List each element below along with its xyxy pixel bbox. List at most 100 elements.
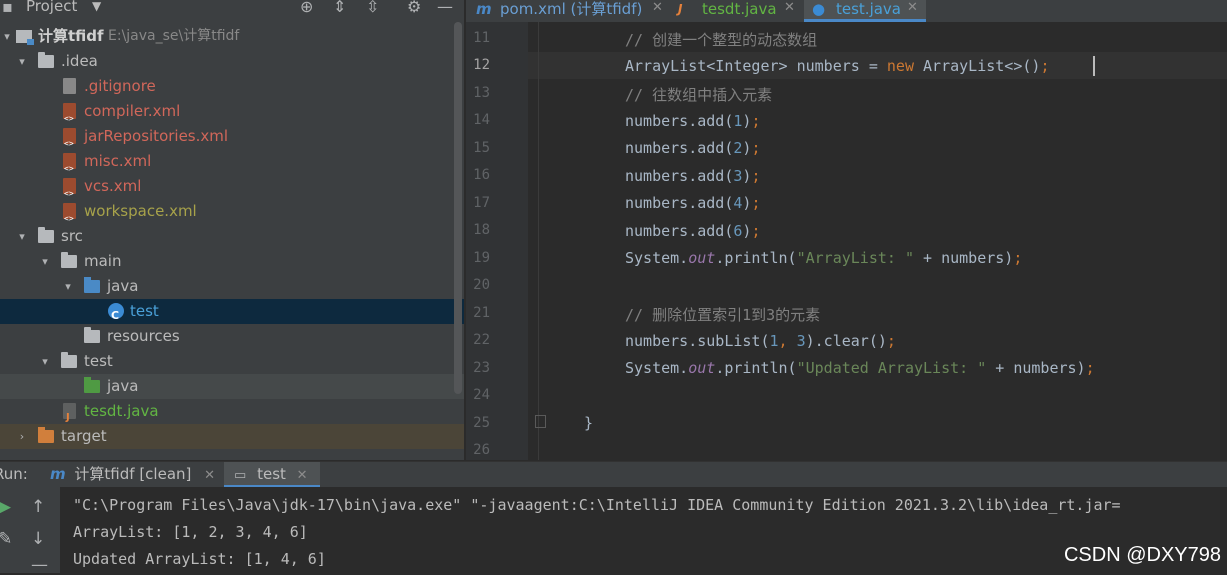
chevron-down-icon[interactable]: ▾: [16, 49, 28, 74]
tree-item-compiler-xml[interactable]: compiler.xml: [0, 99, 464, 131]
tree-item-test-java[interactable]: java: [0, 374, 464, 399]
tree-item-label: workspace.xml: [84, 202, 197, 220]
locate-icon[interactable]: ⊕: [300, 0, 313, 16]
tree-item-src[interactable]: ▾ src: [0, 224, 464, 249]
project-view-icon[interactable]: ▪: [2, 0, 13, 16]
code-line-17: numbers.add(4);: [625, 194, 761, 212]
editor-tabs: m pom.xml (计算tfidf) ✕ J tesdt.java ✕ ● t…: [466, 0, 1227, 23]
tree-item-jarrepositories-xml[interactable]: jarRepositories.xml: [0, 124, 464, 156]
tab-label: pom.xml (计算tfidf): [500, 0, 643, 18]
tab-pom-xml[interactable]: m pom.xml (计算tfidf) ✕: [470, 0, 668, 22]
run-tool-window-tabs: Run: m 计算tfidf [clean] ✕ ▭ test ✕: [0, 461, 1227, 488]
line-number: 18: [473, 222, 490, 238]
tree-item-misc-xml[interactable]: misc.xml: [0, 149, 464, 181]
resources-folder-icon: [84, 327, 100, 343]
line-number: 15: [473, 140, 490, 156]
tree-item-label: tesdt.java: [84, 402, 159, 420]
tree-item-label: test: [84, 352, 113, 370]
tab-label: tesdt.java: [702, 0, 777, 18]
xml-file-icon: [63, 178, 76, 206]
code-comment: // 删除位置索引1到3的元素: [625, 306, 821, 324]
line-number: 19: [473, 250, 490, 266]
expand-all-icon[interactable]: ⇕: [333, 0, 346, 16]
xml-file-icon: [63, 153, 76, 181]
tree-item-test-folder[interactable]: ▾ test: [0, 349, 464, 374]
code-line-13: // 往数组中插入元素: [625, 84, 772, 105]
console-output[interactable]: "C:\Program Files\Java\jdk-17\bin\java.e…: [60, 487, 1227, 573]
line-number: 11: [473, 30, 490, 46]
tree-item-gitignore[interactable]: .gitignore: [0, 74, 464, 99]
tree-item-label: vcs.xml: [84, 177, 142, 195]
line-number: 24: [473, 387, 490, 403]
wrench-icon[interactable]: ✎: [0, 529, 12, 549]
tab-run-test[interactable]: ▭ test ✕: [224, 462, 320, 488]
arrow-up-icon[interactable]: ↑: [31, 497, 45, 517]
tree-item-root[interactable]: ▾ 计算tfidf E:\java_se\计算tfidf: [0, 24, 464, 49]
chevron-down-icon[interactable]: ▼: [92, 0, 101, 13]
tree-item-resources[interactable]: resources: [0, 324, 464, 349]
tree-item-test-class[interactable]: test: [0, 299, 464, 328]
line-number: 23: [473, 360, 490, 376]
close-icon[interactable]: ✕: [652, 0, 663, 17]
gear-icon[interactable]: ⚙: [407, 0, 421, 16]
line-number: 22: [473, 332, 490, 348]
chevron-right-icon[interactable]: ›: [16, 424, 28, 449]
fold-marker-icon[interactable]: [535, 415, 546, 428]
tree-item-workspace-xml[interactable]: workspace.xml: [0, 199, 464, 231]
code-editor[interactable]: 11 12 13 14 15 16 17 18 19 20 21 22 23 2…: [466, 22, 1227, 460]
code-comment: // 创建一个整型的动态数组: [625, 31, 818, 49]
tree-item-label: main: [84, 252, 122, 270]
tree-item-main-java[interactable]: ▾ java: [0, 274, 464, 299]
folder-icon: [61, 252, 77, 268]
project-scrollbar[interactable]: [454, 22, 462, 394]
project-tool-window: ▪ Project ▼ ⊕ ⇕ ⇳ ⚙ — ▾ 计算tfidf E:\java_…: [0, 0, 464, 460]
tab-test-java[interactable]: ● test.java ✕: [804, 0, 926, 22]
code-line-25: }: [584, 414, 593, 432]
line-number: 16: [473, 167, 490, 183]
console-line: "C:\Program Files\Java\jdk-17\bin\java.e…: [73, 496, 1121, 514]
closing-brace: }: [584, 414, 594, 432]
tree-item-label: test: [130, 302, 159, 320]
tree-item-idea[interactable]: ▾ .idea: [0, 49, 464, 74]
project-header: ▪ Project ▼ ⊕ ⇕ ⇳ ⚙ —: [0, 0, 464, 18]
tab-tesdt-java[interactable]: J tesdt.java ✕: [672, 0, 798, 22]
tree-item-label: 计算tfidf: [38, 27, 104, 45]
tree-item-main[interactable]: ▾ main: [0, 249, 464, 274]
chevron-down-icon[interactable]: ▾: [39, 349, 51, 374]
code-line-14: numbers.add(1);: [625, 112, 761, 130]
rerun-icon[interactable]: ▶: [0, 497, 11, 517]
maven-icon: m: [476, 0, 492, 18]
close-icon[interactable]: ✕: [784, 0, 795, 17]
excluded-folder-icon: [38, 427, 54, 443]
chevron-down-icon[interactable]: ▾: [62, 274, 74, 299]
chevron-down-icon[interactable]: ▾: [1, 24, 13, 49]
code-line-19: System.out.println("ArrayList: " + numbe…: [625, 249, 1023, 267]
code-line-22: numbers.subList(1, 3).clear();: [625, 332, 896, 350]
folder-icon: [61, 352, 77, 368]
tab-run-clean[interactable]: m 计算tfidf [clean] ✕: [44, 462, 216, 488]
collapse-all-icon[interactable]: ⇳: [366, 0, 379, 16]
xml-file-icon: [63, 128, 76, 156]
tree-item-tesdt-java[interactable]: tesdt.java: [0, 399, 464, 430]
chevron-down-icon[interactable]: ▾: [16, 224, 28, 249]
hide-panel-icon[interactable]: —: [437, 0, 453, 16]
xml-file-icon: [63, 203, 76, 231]
project-title[interactable]: Project: [26, 0, 77, 15]
java-class-icon: [108, 303, 124, 328]
console-line: Updated ArrayList: [1, 4, 6]: [73, 550, 326, 568]
tree-item-vcs-xml[interactable]: vcs.xml: [0, 174, 464, 206]
line-number: 26: [473, 442, 490, 458]
line-number: 13: [473, 85, 490, 101]
chevron-down-icon[interactable]: ▾: [39, 249, 51, 274]
ignored-file-icon: [63, 78, 76, 94]
tree-item-label: java: [107, 377, 139, 395]
close-icon[interactable]: ✕: [297, 468, 308, 483]
soft-wrap-icon[interactable]: —: [31, 555, 48, 575]
tree-item-target[interactable]: › target: [0, 424, 464, 449]
close-icon[interactable]: ✕: [907, 0, 918, 17]
gutter: 11 12 13 14 15 16 17 18 19 20 21 22 23 2…: [466, 22, 528, 460]
code-line-11: // 创建一个整型的动态数组: [625, 29, 817, 50]
tree-item-label: misc.xml: [84, 152, 152, 170]
arrow-down-icon[interactable]: ↓: [31, 529, 45, 549]
close-icon[interactable]: ✕: [204, 468, 215, 483]
